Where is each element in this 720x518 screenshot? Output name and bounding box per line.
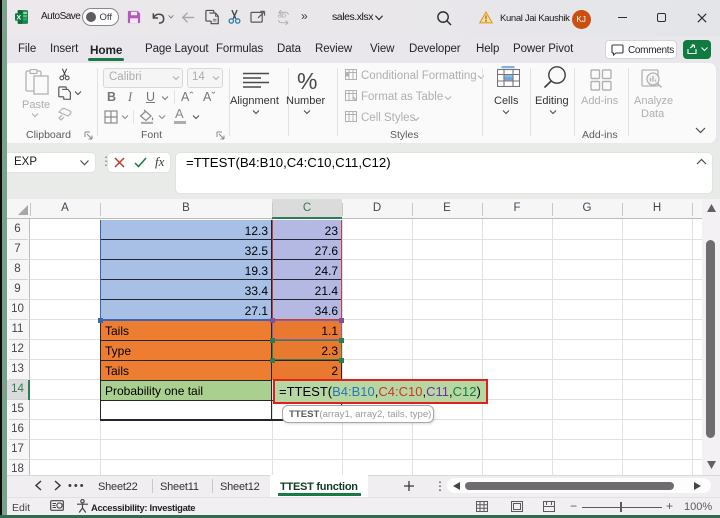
- svg-text:X: X: [16, 14, 21, 21]
